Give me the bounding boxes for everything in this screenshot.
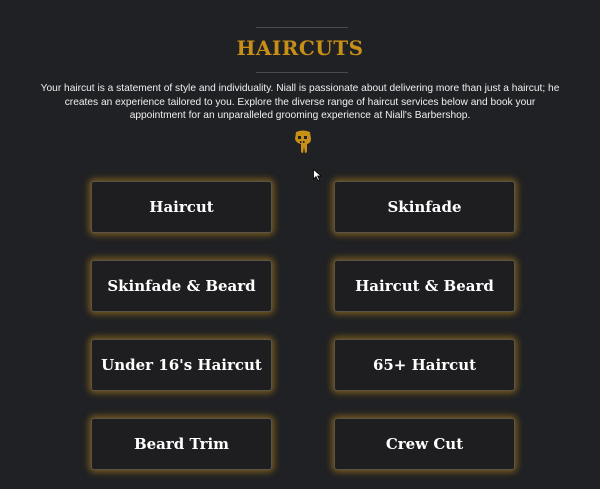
intro-paragraph: Your haircut is a statement of style and…: [40, 83, 560, 121]
service-skinfade-beard-button[interactable]: Skinfade & Beard: [91, 260, 272, 312]
service-haircut-button[interactable]: Haircut: [91, 181, 272, 233]
title-divider-top: [256, 27, 348, 28]
service-haircut-beard-button[interactable]: Haircut & Beard: [334, 260, 515, 312]
service-under-16-haircut-button[interactable]: Under 16's Haircut: [91, 339, 272, 391]
service-skinfade-button[interactable]: Skinfade: [334, 181, 515, 233]
service-beard-trim-button[interactable]: Beard Trim: [91, 418, 272, 470]
title-divider-bottom: [256, 72, 348, 73]
service-65-plus-haircut-button[interactable]: 65+ Haircut: [334, 339, 515, 391]
barber-logo-icon: [293, 130, 313, 154]
mouse-pointer-icon: [313, 168, 323, 182]
page-title: HAIRCUTS: [236, 36, 364, 60]
service-crew-cut-button[interactable]: Crew Cut: [334, 418, 515, 470]
